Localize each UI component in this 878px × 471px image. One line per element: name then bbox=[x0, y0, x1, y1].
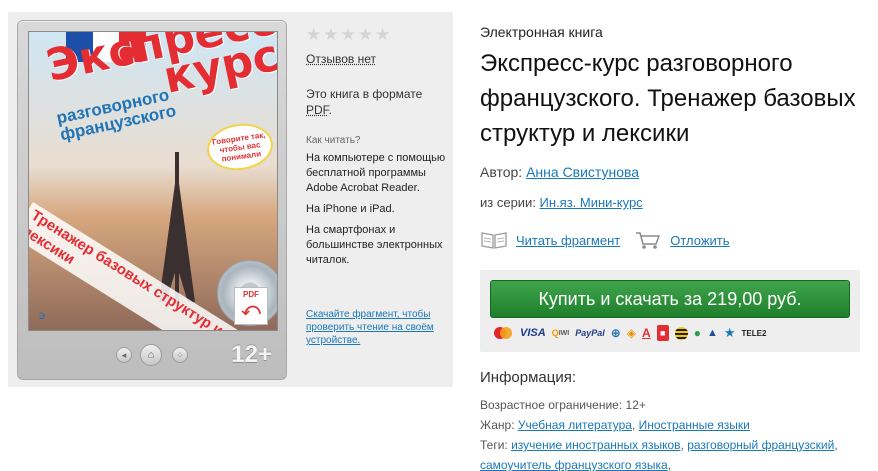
genre-label: Жанр: bbox=[480, 418, 518, 432]
series-label: из серии: bbox=[480, 195, 540, 210]
defer-action[interactable]: Отложить bbox=[634, 230, 730, 250]
pdf-badge-label: PDF bbox=[243, 290, 259, 299]
home-icon[interactable]: ⌂ bbox=[140, 344, 162, 366]
buy-box: Купить и скачать за 219,00 руб. VISA Q IW… bbox=[480, 270, 860, 352]
tags-row: Теги: изучение иностранных языков, разго… bbox=[480, 435, 875, 471]
howto-iphone: На iPhone и iPad. bbox=[306, 203, 395, 215]
download-fragment-link[interactable]: Скачайте фрагмент, чтобы проверить чтени… bbox=[306, 308, 446, 347]
howto-computer: На компьютере с помощью бесплатной прогр… bbox=[306, 152, 446, 194]
prev-arrow-icon[interactable]: ◂ bbox=[116, 347, 132, 363]
format-prefix: Это книга в формате bbox=[306, 87, 423, 101]
publisher-logo: э bbox=[39, 308, 46, 322]
tag-link-spoken-french[interactable]: разговорный французский bbox=[687, 438, 834, 452]
info-rows: Возрастное ограничение: 12+ Жанр: Учебна… bbox=[480, 395, 875, 471]
defer-link[interactable]: Отложить bbox=[670, 233, 729, 248]
format-info: Это книга в формате PDF. bbox=[306, 86, 436, 118]
payment-methods: VISA Q IWI PayPal ⊕ ◈ A ■ ● ▲ ★ TELE2 bbox=[492, 325, 766, 341]
buy-download-button[interactable]: Купить и скачать за 219,00 руб. bbox=[490, 280, 850, 318]
age-value: 12+ bbox=[625, 398, 646, 412]
book-cover[interactable]: Экспресс- курс разговорного французского… bbox=[28, 31, 278, 331]
cart-icon bbox=[636, 232, 661, 249]
pdf-icon: PDF ⤺ bbox=[234, 287, 268, 325]
beeline-icon bbox=[674, 326, 688, 340]
bank-icon: ▲ bbox=[706, 327, 718, 339]
format-pdf-link[interactable]: PDF bbox=[306, 103, 329, 117]
series-row: из серии: Ин.яз. Мини-курс bbox=[480, 195, 643, 210]
product-type-label: Электронная книга bbox=[480, 24, 603, 40]
tag-trailing-comma: , bbox=[667, 458, 672, 471]
author-row: Автор: Анна Свистунова bbox=[480, 164, 639, 180]
visa-icon: VISA bbox=[520, 327, 546, 339]
howto-phones: На смартфонах и большинстве электронных … bbox=[306, 224, 443, 266]
tags-label: Теги: bbox=[480, 438, 512, 452]
paypal-icon: PayPal bbox=[575, 328, 605, 338]
genre-row: Жанр: Учебная литература, Иностранные яз… bbox=[480, 415, 875, 435]
format-suffix: . bbox=[328, 103, 333, 117]
series-link[interactable]: Ин.яз. Мини-курс bbox=[540, 195, 643, 210]
ebook-reader-device: Экспресс- курс разговорного французского… bbox=[17, 20, 287, 380]
author-link[interactable]: Анна Свистунова bbox=[526, 164, 639, 180]
genre-link-languages[interactable]: Иностранные языки bbox=[639, 418, 750, 432]
info-heading: Информация: bbox=[480, 369, 577, 386]
tag-link-french-tutorial[interactable]: самоучитель французского языка bbox=[480, 458, 668, 471]
megafon-icon: ● bbox=[693, 326, 701, 340]
webmoney-icon: ⊕ bbox=[610, 326, 621, 340]
genre-separator: , bbox=[631, 418, 639, 432]
age-rating-badge: 12+ bbox=[231, 341, 272, 368]
grid-icon[interactable]: ⁘ bbox=[172, 347, 188, 363]
mts-icon: ■ bbox=[656, 325, 669, 341]
read-fragment-link[interactable]: Читать фрагмент bbox=[516, 233, 620, 248]
age-label: Возрастное ограничение: bbox=[480, 398, 626, 412]
qiwi-icon: Q IWI bbox=[551, 328, 570, 338]
alfa-icon: A bbox=[642, 326, 651, 340]
author-label: Автор: bbox=[480, 164, 527, 180]
eiffel-tower-image bbox=[157, 152, 197, 302]
open-book-icon bbox=[481, 232, 507, 249]
tag-link-learning-languages[interactable]: изучение иностранных языков bbox=[511, 438, 680, 452]
device-controls: ◂ ⌂ ⁘ 12+ bbox=[18, 339, 286, 379]
cover-note-badge: Говорите так, чтобы вас понимали bbox=[204, 119, 276, 175]
yandex-money-icon: ◈ bbox=[626, 326, 637, 340]
how-to-read-label: Как читать? bbox=[306, 135, 361, 146]
age-restriction-row: Возрастное ограничение: 12+ bbox=[480, 395, 875, 415]
mastercard-icon bbox=[492, 325, 514, 341]
read-fragment-action[interactable]: Читать фрагмент bbox=[480, 230, 620, 250]
rating-stars[interactable]: ★★★★★ bbox=[306, 25, 392, 45]
tag-separator: , bbox=[834, 438, 838, 452]
star-icon: ★ bbox=[723, 325, 736, 340]
reviews-link[interactable]: Отзывов нет bbox=[306, 52, 376, 66]
tele2-icon: TELE2 bbox=[741, 328, 767, 338]
actions-row: Читать фрагмент Отложить bbox=[480, 230, 744, 250]
book-title: Экспресс-курс разговорного французского.… bbox=[480, 50, 856, 147]
how-to-read-list: На компьютере с помощью бесплатной прогр… bbox=[306, 151, 446, 274]
genre-link-educational[interactable]: Учебная литература bbox=[518, 418, 632, 432]
